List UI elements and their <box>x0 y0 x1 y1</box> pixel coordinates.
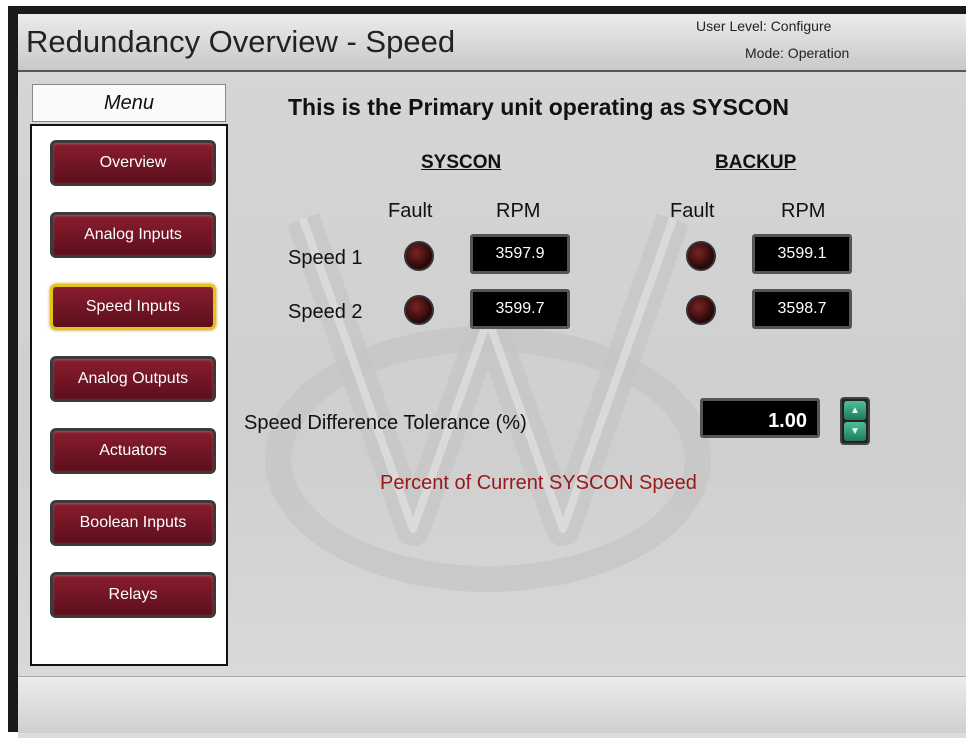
spinner-down-icon[interactable]: ▼ <box>844 422 866 441</box>
mode-text: Mode: Operation <box>745 45 850 61</box>
speed1-label: Speed 1 <box>288 247 363 269</box>
menu-boolean-inputs-button[interactable]: Boolean Inputs <box>50 500 216 546</box>
tolerance-spinner[interactable]: ▲ ▼ <box>840 397 870 445</box>
syscon-speed2-rpm: 3599.7 <box>470 289 570 329</box>
footer-bar <box>18 676 966 733</box>
menu-relays-button[interactable]: Relays <box>50 572 216 618</box>
tolerance-label: Speed Difference Tolerance (%) <box>244 412 527 434</box>
title-bar: Redundancy Overview - Speed User Level: … <box>18 14 966 72</box>
tolerance-input[interactable]: 1.00 <box>700 398 820 438</box>
syscon-speed2-fault-led <box>404 295 434 325</box>
tolerance-note: Percent of Current SYSCON Speed <box>380 472 697 494</box>
backup-fault-label: Fault <box>670 200 715 222</box>
page-title: Redundancy Overview - Speed <box>26 24 456 59</box>
syscon-header: SYSCON <box>421 152 502 173</box>
backup-speed1-rpm: 3599.1 <box>752 234 852 274</box>
menu-analog-outputs-button[interactable]: Analog Outputs <box>50 356 216 402</box>
menu-title: Menu <box>32 84 226 122</box>
speed2-label: Speed 2 <box>288 301 363 323</box>
syscon-speed1-fault-led <box>404 241 434 271</box>
menu-overview-button[interactable]: Overview <box>50 140 216 186</box>
menu-speed-inputs-button[interactable]: Speed Inputs <box>50 284 216 330</box>
hmi-screen: Redundancy Overview - Speed User Level: … <box>18 14 966 738</box>
menu-analog-inputs-button[interactable]: Analog Inputs <box>50 212 216 258</box>
hmi-frame: Redundancy Overview - Speed User Level: … <box>8 6 966 738</box>
menu-panel: Overview Analog Inputs Speed Inputs Anal… <box>30 124 228 666</box>
syscon-speed1-rpm: 3597.9 <box>470 234 570 274</box>
backup-speed2-rpm: 3598.7 <box>752 289 852 329</box>
spinner-up-icon[interactable]: ▲ <box>844 401 866 420</box>
woodward-watermark-logo <box>265 213 711 592</box>
syscon-fault-label: Fault <box>388 200 433 222</box>
backup-speed2-fault-led <box>686 295 716 325</box>
backup-speed1-fault-led <box>686 241 716 271</box>
syscon-rpm-label: RPM <box>496 200 541 222</box>
user-level-text: User Level: Configure <box>696 18 832 34</box>
menu-actuators-button[interactable]: Actuators <box>50 428 216 474</box>
backup-header: BACKUP <box>715 152 797 173</box>
backup-rpm-label: RPM <box>781 200 826 222</box>
primary-status-message: This is the Primary unit operating as SY… <box>288 94 790 120</box>
